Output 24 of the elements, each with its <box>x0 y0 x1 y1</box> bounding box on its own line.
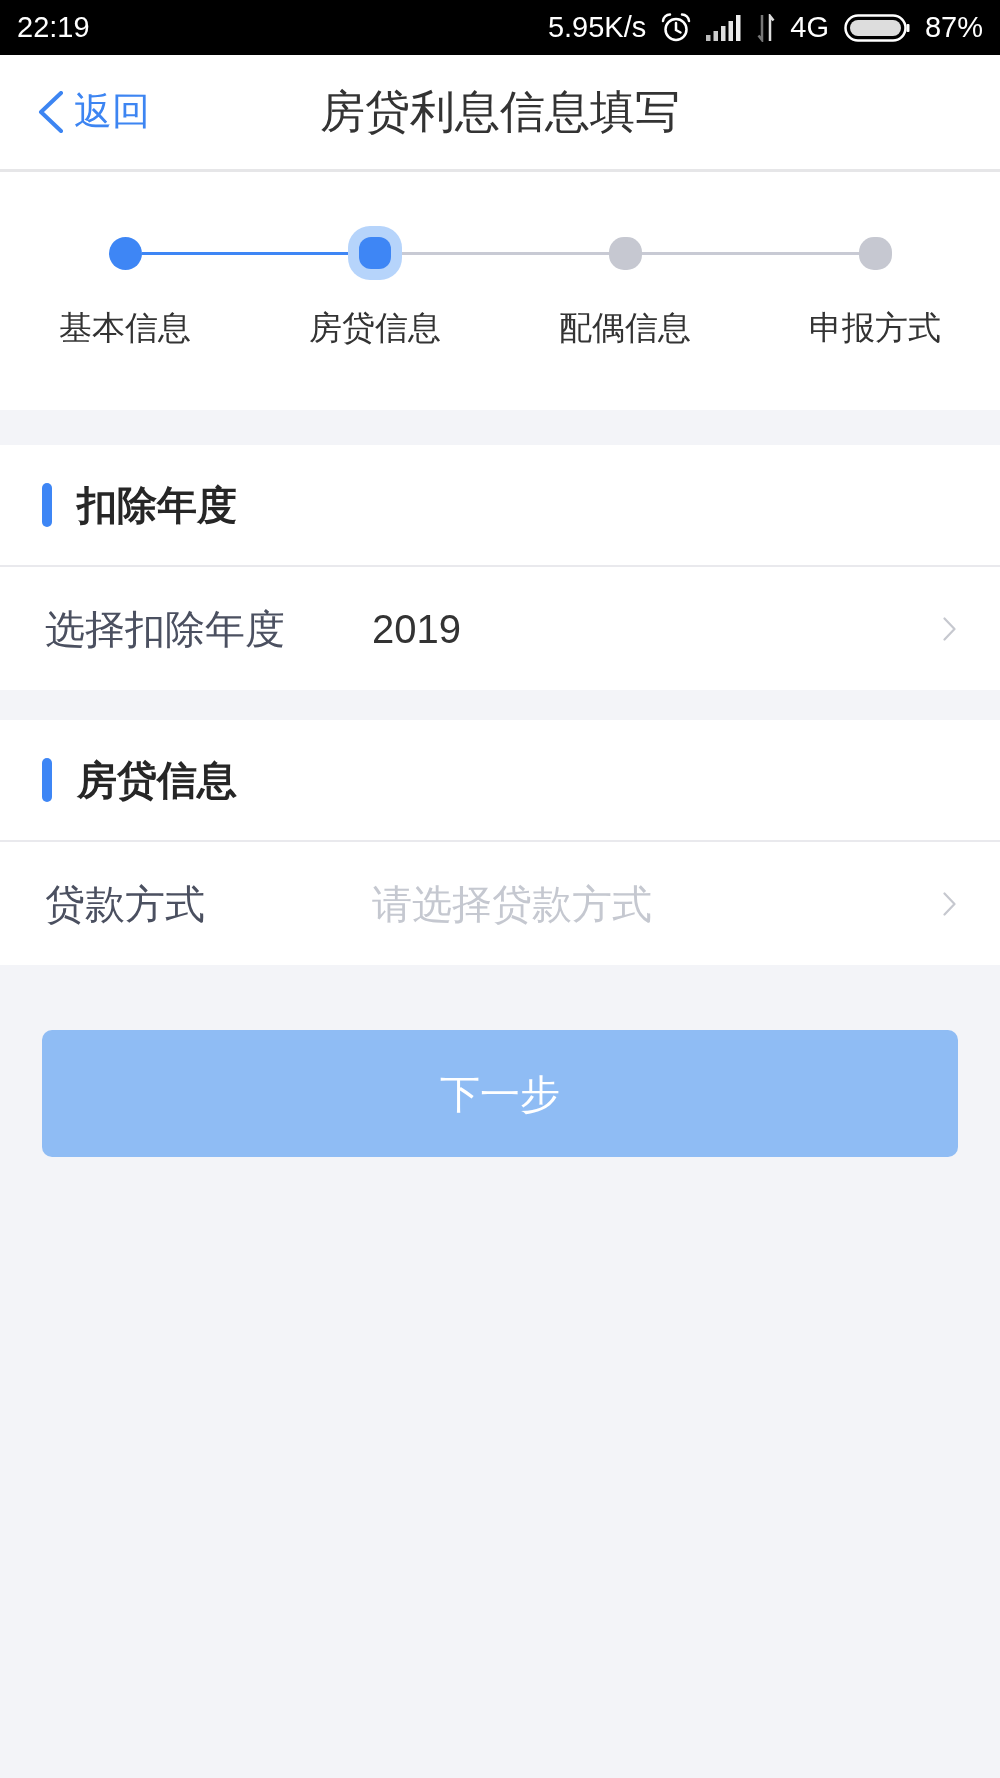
select-field[interactable]: 请选择贷款方式 <box>372 879 923 928</box>
signal-bars-icon <box>706 14 743 41</box>
network-speed: 5.95K/s <box>547 13 647 42</box>
chevron-right-icon <box>943 616 956 641</box>
step-label: 基本信息 <box>59 308 191 348</box>
chevron-left-icon <box>38 91 64 133</box>
title-marker-icon <box>42 483 52 527</box>
section-title: 扣除年度 <box>77 482 237 529</box>
step-label: 房贷信息 <box>309 308 441 348</box>
chevron-right-icon <box>943 891 956 916</box>
title-marker-icon <box>42 758 52 802</box>
section-title: 房贷信息 <box>77 757 237 804</box>
network-type: 4G <box>790 13 829 42</box>
page-title: 房贷利息信息填写 <box>320 85 680 139</box>
field-label: 选择扣除年度 <box>45 606 285 651</box>
battery-icon <box>843 13 910 42</box>
select-field[interactable]: 2019 <box>372 604 923 653</box>
status-time: 22:19 <box>17 13 90 42</box>
alarm-clock-icon <box>661 12 692 43</box>
battery-percent: 87% <box>924 13 983 42</box>
field-label: 贷款方式 <box>45 881 205 926</box>
step-label: 申报方式 <box>809 308 941 348</box>
step-label: 配偶信息 <box>559 308 691 348</box>
back-button[interactable]: 返回 <box>38 89 150 135</box>
